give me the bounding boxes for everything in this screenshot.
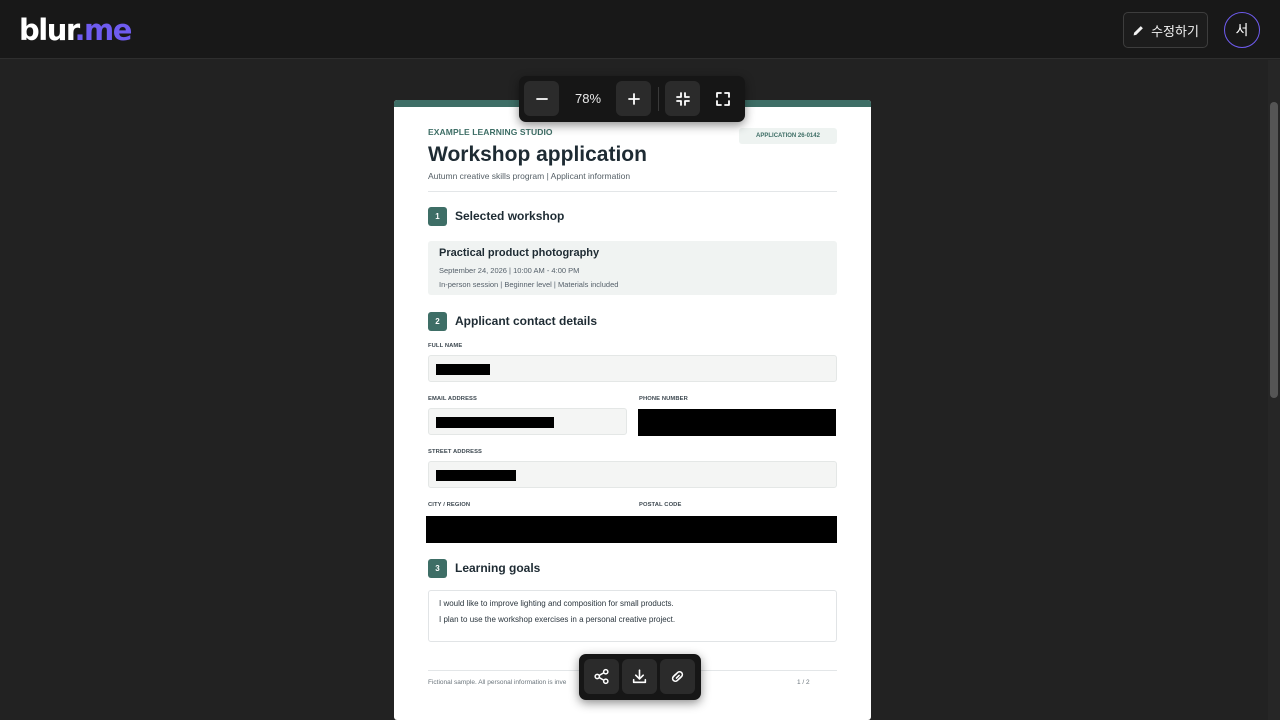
street-label: STREET ADDRESS [428,449,483,455]
full-name-field[interactable] [428,355,837,382]
document-subtitle: Autumn creative skills program | Applica… [428,171,631,181]
logo-accent: .me [74,13,133,47]
redaction-box[interactable] [436,364,490,375]
zoom-in-button[interactable] [616,81,651,116]
copy-link-button[interactable] [660,659,695,694]
workshop-schedule: September 24, 2026 | 10:00 AM - 4:00 PM [439,266,580,275]
goal-line: I plan to use the workshop exercises in … [439,615,676,624]
workshop-name: Practical product photography [439,247,600,259]
link-icon [671,670,684,683]
section-title-learning-goals: Learning goals [455,561,541,575]
postal-label: POSTAL CODE [639,502,682,508]
zoom-toolbar: 78% [519,76,745,122]
expand-icon [715,91,730,106]
scrollbar-thumb[interactable] [1270,102,1278,398]
full-name-label: FULL NAME [428,343,463,349]
avatar[interactable]: 서 [1224,12,1260,48]
document-page: EXAMPLE LEARNING STUDIO APPLICATION 26-0… [394,100,871,720]
pencil-icon [1133,25,1143,35]
divider [428,191,837,192]
document-title: Workshop application [428,143,647,166]
action-toolbar [579,654,701,700]
logo-main: blur [19,13,76,47]
section-number: 3 [428,559,447,578]
edit-button-label: 수정하기 [1151,23,1199,39]
redaction-box[interactable] [436,470,516,481]
edit-button[interactable]: 수정하기 [1123,12,1208,48]
learning-goals-box: I would like to improve lighting and com… [428,590,837,642]
organization-name: EXAMPLE LEARNING STUDIO [428,127,553,137]
city-postal-redaction[interactable] [426,516,837,543]
section-number: 1 [428,207,447,226]
application-badge: APPLICATION 26-0142 [739,128,837,144]
plus-icon [627,92,640,105]
download-icon [632,669,647,684]
download-button[interactable] [622,659,657,694]
email-label: EMAIL ADDRESS [428,396,477,402]
fullscreen-button[interactable] [705,81,740,116]
workshop-details: In-person session | Beginner level | Mat… [439,280,619,289]
email-field[interactable] [428,408,627,435]
fit-page-button[interactable] [665,81,700,116]
street-address-field[interactable] [428,461,837,488]
zoom-out-button[interactable] [524,81,559,116]
redaction-box[interactable] [436,417,554,428]
share-icon [594,668,609,685]
footer-note: Fictional sample. All personal informati… [428,679,567,686]
zoom-level: 78% [574,91,602,106]
collapse-icon [675,91,690,106]
logo[interactable]: blur.me [19,11,133,49]
toolbar-separator [658,87,659,111]
workshop-card: Practical product photography September … [428,241,837,295]
goal-line: I would like to improve lighting and com… [439,599,674,608]
section-title-selected-workshop: Selected workshop [455,209,565,223]
minus-icon [535,97,548,100]
phone-redaction[interactable] [638,409,836,436]
city-label: CITY / REGION [428,502,471,508]
top-bar: blur.me 수정하기 서 [0,0,1280,59]
page-indicator: 1 / 2 [797,679,810,686]
phone-label: PHONE NUMBER [639,396,688,402]
section-title-applicant-contact: Applicant contact details [455,314,598,328]
section-number: 2 [428,312,447,331]
share-button[interactable] [584,659,619,694]
